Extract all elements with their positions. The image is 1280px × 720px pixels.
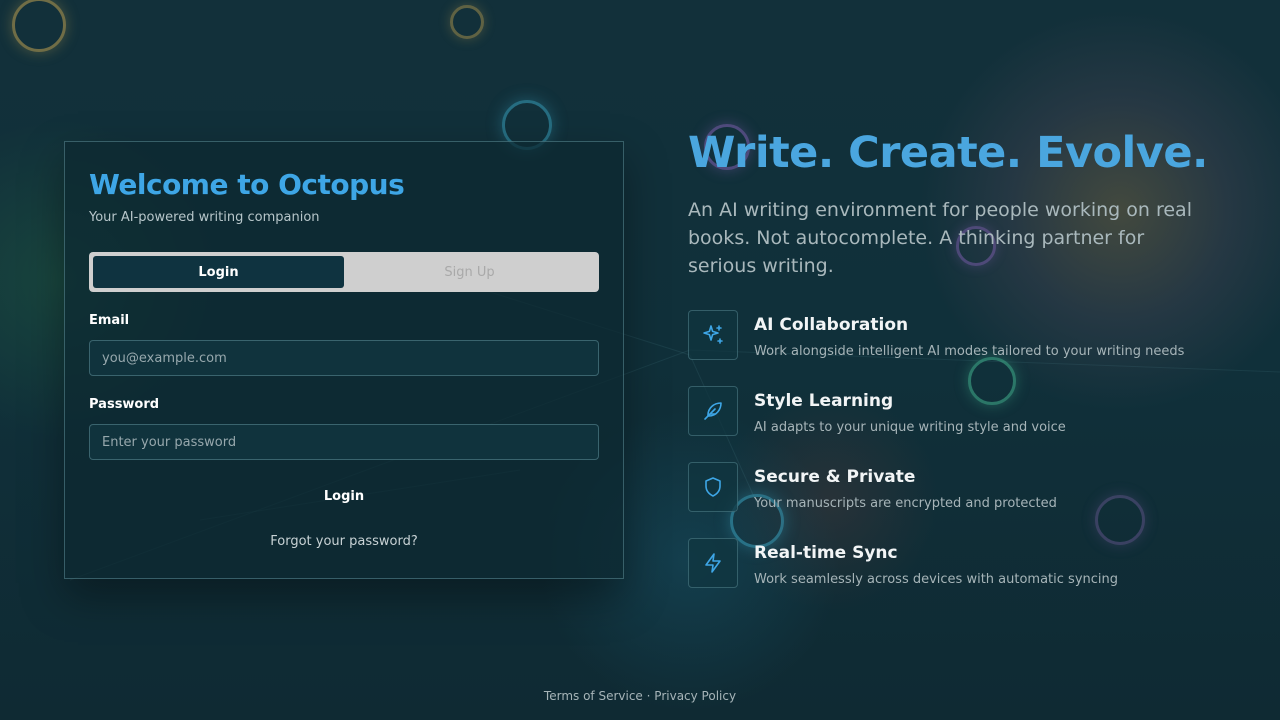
- password-label: Password: [89, 397, 160, 412]
- footer: Terms of Service · Privacy Policy: [0, 689, 1280, 703]
- orb-decoration: [450, 5, 484, 39]
- feather-icon: [688, 386, 738, 436]
- login-button[interactable]: Login: [89, 485, 599, 507]
- feature-item: AI Collaboration Work alongside intellig…: [688, 310, 1248, 362]
- password-field[interactable]: [89, 424, 599, 460]
- privacy-policy-link[interactable]: Privacy Policy: [654, 689, 736, 703]
- forgot-password-link[interactable]: Forgot your password?: [89, 534, 599, 549]
- feature-title: Real-time Sync: [754, 543, 898, 563]
- footer-separator: ·: [646, 689, 651, 703]
- email-field[interactable]: [89, 340, 599, 376]
- hero-title: Write. Create. Evolve.: [688, 128, 1208, 178]
- auth-tabs: Login Sign Up: [89, 252, 599, 292]
- card-title: Welcome to Octopus: [89, 168, 405, 201]
- hero-description: An AI writing environment for people wor…: [688, 199, 1192, 277]
- email-label: Email: [89, 313, 130, 328]
- tab-login[interactable]: Login: [93, 256, 344, 288]
- feature-item: Secure & Private Your manuscripts are en…: [688, 462, 1248, 514]
- feature-title: Style Learning: [754, 391, 894, 411]
- feature-description: Work seamlessly across devices with auto…: [754, 572, 1118, 587]
- feature-title: AI Collaboration: [754, 315, 909, 335]
- feature-description: Work alongside intelligent AI modes tail…: [754, 344, 1185, 359]
- tab-sign-up[interactable]: Sign Up: [344, 256, 595, 288]
- sparkles-icon: [688, 310, 738, 360]
- terms-of-service-link[interactable]: Terms of Service: [544, 689, 643, 703]
- feature-description: AI adapts to your unique writing style a…: [754, 420, 1066, 435]
- feature-description: Your manuscripts are encrypted and prote…: [754, 496, 1057, 511]
- feature-item: Real-time Sync Work seamlessly across de…: [688, 538, 1248, 590]
- feature-item: Style Learning AI adapts to your unique …: [688, 386, 1248, 438]
- orb-decoration: [12, 0, 66, 52]
- shield-icon: [688, 462, 738, 512]
- feature-title: Secure & Private: [754, 467, 916, 487]
- card-subtitle: Your AI-powered writing companion: [89, 210, 320, 225]
- login-card: Welcome to Octopus Your AI-powered writi…: [64, 141, 624, 579]
- lightning-icon: [688, 538, 738, 588]
